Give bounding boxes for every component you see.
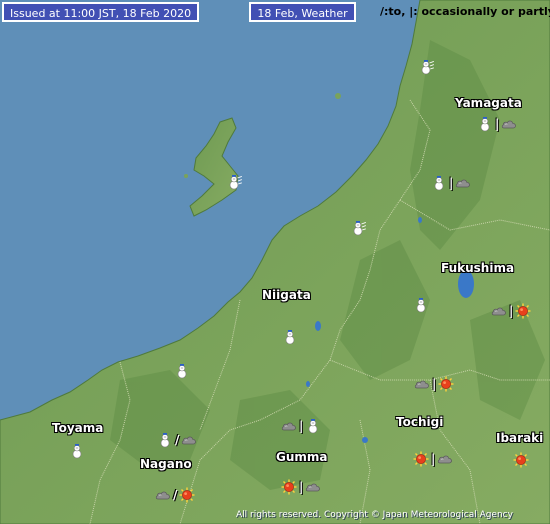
legend-text: /:to, |: occasionally or partly	[380, 5, 550, 18]
snowman-icon	[177, 364, 187, 379]
partly-separator: |	[299, 419, 304, 433]
forecast-niigata	[282, 329, 298, 345]
snowman-icon	[160, 433, 170, 448]
forecast-gumma-south: |	[281, 479, 321, 495]
forecast-joetsu	[174, 363, 190, 379]
pref-label-toyama: Toyama	[52, 421, 104, 435]
sun-icon	[413, 451, 429, 467]
snow-wind-icon	[421, 60, 434, 75]
sun-icon	[515, 303, 531, 319]
issued-label: Issued at 11:00 JST, 18 Feb 2020	[2, 2, 199, 22]
cloud-icon	[491, 307, 506, 316]
snowman-icon	[285, 330, 295, 345]
pref-label-tochigi: Tochigi	[396, 415, 444, 429]
snow-wind-icon	[353, 221, 366, 236]
cloud-icon	[182, 436, 197, 445]
cloud-icon	[456, 179, 471, 188]
snowman-icon	[72, 444, 82, 459]
cloud-icon	[281, 422, 296, 431]
forecast-niigata-north	[350, 220, 366, 236]
transition-separator: /	[173, 488, 178, 502]
sun-icon	[179, 487, 195, 503]
forecast-yamagata-south: |	[431, 175, 471, 191]
product-title: 18 Feb, Weather	[249, 2, 356, 22]
sun-icon	[281, 479, 297, 495]
forecast-fukushima-east: |	[491, 303, 531, 319]
pref-label-fukushima: Fukushima	[441, 261, 515, 275]
forecast-sado	[226, 174, 242, 190]
forecast-nagano-north: /	[157, 432, 197, 448]
cloud-icon	[414, 380, 429, 389]
sun-icon	[438, 376, 454, 392]
snowman-icon	[309, 419, 318, 434]
forecast-fukushima-aizu	[413, 297, 429, 313]
partly-separator: |	[495, 117, 500, 131]
pref-label-yamagata: Yamagata	[455, 96, 522, 110]
pref-label-nagano: Nagano	[140, 457, 192, 471]
cloud-icon	[502, 120, 517, 129]
cloud-icon	[438, 455, 453, 464]
partly-separator: |	[449, 176, 454, 190]
forecast-ibaraki	[513, 452, 529, 468]
cloud-icon	[306, 483, 321, 492]
forecast-yamagata: |	[477, 116, 517, 132]
island	[184, 174, 188, 178]
island	[335, 93, 341, 99]
forecast-tochigi-north: |	[414, 376, 454, 392]
partly-separator: |	[299, 480, 304, 494]
snowman-icon	[434, 176, 444, 191]
forecast-gumma-north: |	[281, 418, 321, 434]
snow-wind-icon	[229, 175, 242, 190]
partly-separator: |	[431, 452, 436, 466]
pref-label-niigata: Niigata	[262, 288, 311, 302]
snowman-icon	[416, 298, 426, 313]
snowman-icon	[480, 117, 490, 132]
forecast-tochigi-south: |	[413, 451, 453, 467]
forecast-toyama	[69, 443, 85, 459]
transition-separator: /	[175, 433, 180, 447]
copyright-notice: All rights reserved. Copyright © Japan M…	[236, 510, 513, 520]
pref-label-ibaraki: Ibaraki	[496, 431, 544, 445]
sun-icon	[513, 452, 529, 468]
weather-map: Issued at 11:00 JST, 18 Feb 2020 18 Feb,…	[0, 0, 550, 524]
partly-separator: |	[432, 377, 437, 391]
partly-separator: |	[509, 304, 514, 318]
forecast-nagano-south: /	[155, 487, 195, 503]
forecast-yamagata-west	[418, 59, 434, 75]
pref-label-gumma: Gumma	[276, 450, 328, 464]
cloud-icon	[155, 491, 170, 500]
